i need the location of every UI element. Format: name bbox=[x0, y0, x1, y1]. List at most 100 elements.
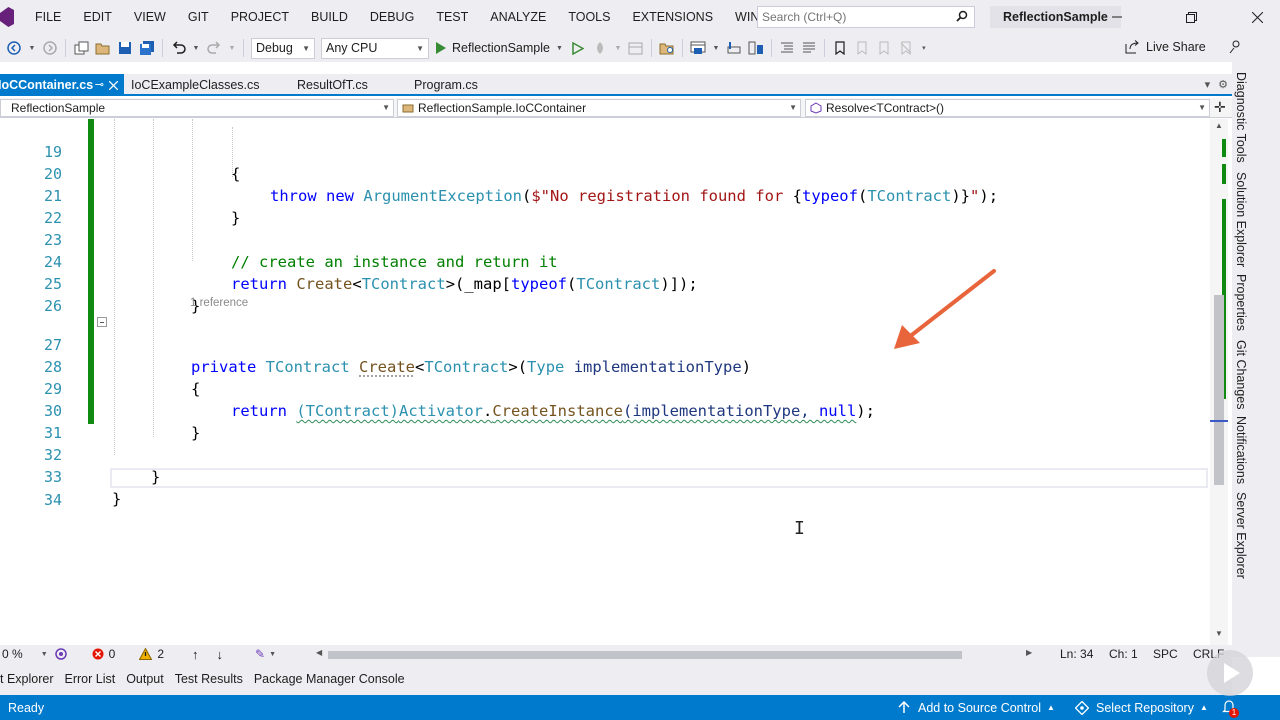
toolbar-options-icon[interactable]: ▾ bbox=[920, 40, 928, 56]
new-project-icon[interactable] bbox=[73, 40, 89, 56]
code-text: } bbox=[112, 490, 122, 508]
rail-solution-explorer[interactable]: Solution Explorer bbox=[1234, 172, 1248, 267]
codelens-references[interactable]: 1 reference bbox=[190, 297, 248, 309]
tab-list-dropdown-icon[interactable]: ▾ bbox=[1205, 78, 1211, 91]
column-indicator[interactable]: Ch: 1 bbox=[1109, 647, 1138, 661]
chevron-down-icon[interactable]: ▼ bbox=[269, 651, 276, 658]
next-bookmark-icon[interactable] bbox=[876, 40, 892, 56]
add-to-source-control-button[interactable]: Add to Source Control ▲ bbox=[898, 701, 1055, 715]
format-document-icon[interactable] bbox=[779, 40, 795, 56]
hot-reload-icon[interactable] bbox=[592, 40, 608, 56]
tab-error-list[interactable]: Error List bbox=[65, 672, 116, 686]
live-share-button[interactable]: Live Share bbox=[1124, 40, 1242, 54]
project-dropdown[interactable]: ReflectionSample ▼ bbox=[0, 99, 394, 117]
tab-resultoft[interactable]: ResultOfT.cs bbox=[293, 74, 393, 96]
rail-git-changes[interactable]: Git Changes bbox=[1234, 340, 1248, 409]
browser-link-icon[interactable] bbox=[690, 40, 706, 56]
platform-dropdown[interactable]: Any CPU ▼ bbox=[321, 37, 429, 59]
select-repository-button[interactable]: Select Repository ▲ bbox=[1075, 700, 1208, 715]
menu-test[interactable]: TEST bbox=[425, 0, 479, 34]
rail-server-explorer[interactable]: Server Explorer bbox=[1234, 492, 1248, 579]
start-without-debugging-icon[interactable] bbox=[570, 40, 586, 56]
previous-issue-icon[interactable]: ↑ bbox=[192, 647, 199, 662]
scroll-left-icon[interactable]: ◀ bbox=[316, 648, 322, 657]
close-tab-icon[interactable] bbox=[109, 81, 118, 90]
navigation-bar: ReflectionSample ▼ ReflectionSample.IoCC… bbox=[0, 98, 1232, 118]
save-icon[interactable] bbox=[117, 40, 133, 56]
tab-test-explorer[interactable]: t Explorer bbox=[0, 672, 54, 686]
scroll-right-icon[interactable]: ▶ bbox=[1026, 648, 1032, 657]
warning-icon[interactable] bbox=[139, 648, 153, 660]
horizontal-scrollbar[interactable]: ◀ ▶ bbox=[316, 648, 1034, 660]
browse-folder-icon[interactable] bbox=[659, 40, 675, 56]
dropdown-icon[interactable]: ▼ bbox=[228, 40, 236, 56]
menu-debug[interactable]: DEBUG bbox=[359, 0, 425, 34]
line-indicator[interactable]: Ln: 34 bbox=[1060, 647, 1093, 661]
stack-frame-icon[interactable] bbox=[628, 40, 644, 56]
tab-program[interactable]: Program.cs bbox=[410, 74, 510, 96]
dropdown-icon[interactable]: ▼ bbox=[192, 40, 200, 56]
search-input[interactable] bbox=[758, 10, 948, 24]
close-button[interactable] bbox=[1234, 0, 1280, 34]
menu-project[interactable]: PROJECT bbox=[220, 0, 300, 34]
dropdown-icon[interactable]: ▼ bbox=[614, 40, 622, 56]
zoom-level[interactable]: 0 % bbox=[2, 647, 23, 661]
notifications-button[interactable]: 1 bbox=[1222, 699, 1239, 718]
redo-icon[interactable] bbox=[206, 40, 222, 56]
rail-diagnostic-tools[interactable]: Diagnostic Tools bbox=[1234, 72, 1248, 163]
rail-notifications[interactable]: Notifications bbox=[1234, 416, 1248, 484]
tab-test-results[interactable]: Test Results bbox=[175, 672, 243, 686]
person-feedback-icon[interactable] bbox=[1228, 40, 1242, 54]
tab-iocexampleclasses[interactable]: IoCExampleClasses.cs bbox=[127, 74, 277, 96]
restore-button[interactable] bbox=[1168, 0, 1214, 34]
dropdown-icon[interactable]: ▼ bbox=[28, 40, 36, 56]
code-editor[interactable]: 19 { 20 throw new ArgumentException($"No… bbox=[0, 119, 1210, 645]
tab-output[interactable]: Output bbox=[126, 672, 164, 686]
bookmark-icon[interactable] bbox=[832, 40, 848, 56]
forward-icon[interactable] bbox=[42, 40, 58, 56]
clear-bookmarks-icon[interactable] bbox=[898, 40, 914, 56]
pin-icon[interactable]: ⊸ bbox=[95, 74, 104, 96]
tab-package-manager-console[interactable]: Package Manager Console bbox=[254, 672, 405, 686]
menu-analyze[interactable]: ANALYZE bbox=[479, 0, 557, 34]
minimize-button[interactable] bbox=[1094, 0, 1140, 34]
scroll-down-icon[interactable]: ▼ bbox=[1215, 629, 1223, 638]
rail-properties[interactable]: Properties bbox=[1234, 274, 1248, 331]
intellicode-icon[interactable] bbox=[54, 647, 68, 661]
back-icon[interactable] bbox=[6, 40, 22, 56]
comment-out-icon[interactable] bbox=[801, 40, 817, 56]
start-debugging-button[interactable]: ReflectionSample ▼ bbox=[436, 41, 563, 55]
menu-extensions[interactable]: EXTENSIONS bbox=[621, 0, 724, 34]
menu-file[interactable]: FILE bbox=[24, 0, 72, 34]
save-all-icon[interactable] bbox=[139, 40, 155, 56]
search-icon[interactable] bbox=[956, 10, 968, 22]
member-dropdown[interactable]: Resolve<TContract>() ▼ bbox=[805, 99, 1210, 117]
configuration-dropdown[interactable]: Debug ▼ bbox=[251, 37, 315, 59]
error-icon[interactable] bbox=[92, 648, 104, 660]
tab-ioccontainer[interactable]: IoCContainer.cs ⊸ bbox=[0, 74, 124, 96]
type-dropdown[interactable]: ReflectionSample.IoCContainer ▼ bbox=[397, 99, 801, 117]
settings-gear-icon[interactable]: ⚙ bbox=[1218, 78, 1228, 91]
class-view-icon[interactable] bbox=[748, 40, 764, 56]
split-editor-icon[interactable]: ✛ bbox=[1214, 99, 1226, 116]
menu-git[interactable]: GIT bbox=[177, 0, 220, 34]
whitespace-indicator[interactable]: SPC bbox=[1153, 647, 1178, 661]
dropdown-icon[interactable]: ▼ bbox=[712, 40, 720, 56]
menu-tools[interactable]: TOOLS bbox=[557, 0, 621, 34]
code-cleanup-icon[interactable]: ✎ bbox=[255, 647, 265, 661]
open-folder-icon[interactable] bbox=[95, 40, 111, 56]
menu-build[interactable]: BUILD bbox=[300, 0, 359, 34]
scroll-up-icon[interactable]: ▲ bbox=[1215, 121, 1223, 130]
menu-edit[interactable]: EDIT bbox=[72, 0, 122, 34]
scrollbar-thumb[interactable] bbox=[1214, 295, 1224, 485]
scrollbar-thumb[interactable] bbox=[328, 651, 962, 659]
undo-icon[interactable] bbox=[170, 40, 186, 56]
menu-view[interactable]: VIEW bbox=[123, 0, 177, 34]
step-into-icon[interactable] bbox=[726, 40, 742, 56]
next-issue-icon[interactable]: ↓ bbox=[217, 647, 224, 662]
visual-studio-logo[interactable] bbox=[0, 7, 14, 27]
previous-bookmark-icon[interactable] bbox=[854, 40, 870, 56]
video-play-overlay-icon[interactable] bbox=[1207, 650, 1253, 696]
chevron-down-icon[interactable]: ▼ bbox=[41, 651, 48, 658]
vertical-scrollbar[interactable]: ▲ ▼ bbox=[1210, 119, 1228, 645]
